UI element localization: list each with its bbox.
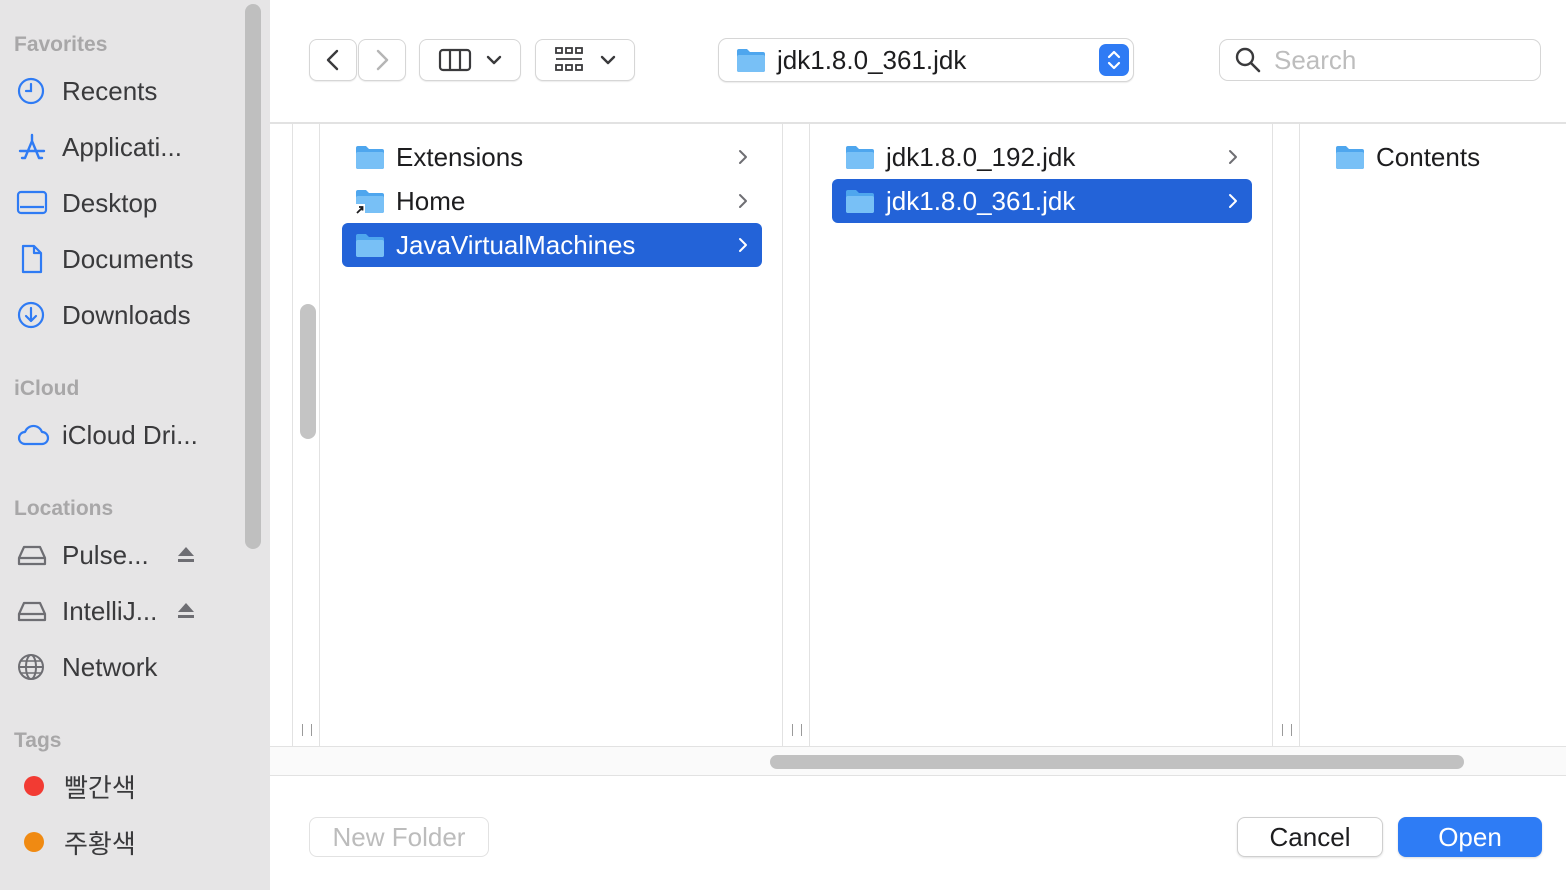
globe-icon [16,651,52,683]
sidebar-item-tag-red[interactable]: 빨간색 [16,764,236,808]
back-button[interactable] [309,39,357,81]
search-field[interactable] [1219,39,1541,81]
chevron-down-icon [486,55,502,65]
chevron-right-icon [739,194,747,208]
bottom-bar: New Folder Cancel Open [270,777,1566,890]
red-tag-icon [24,776,44,796]
sidebar-item-label: Pulse... [62,539,149,570]
list-item[interactable]: jdk1.8.0_192.jdk [832,135,1252,179]
sidebar-scrollbar[interactable] [245,4,261,549]
sidebar-item-network[interactable]: Network [16,645,236,689]
column-divider[interactable] [1272,124,1300,746]
folder-icon [844,143,876,171]
sidebar-item-label: Network [62,651,158,682]
drive-icon [16,539,52,571]
cancel-button[interactable]: Cancel [1237,817,1383,857]
folder-icon [354,143,386,171]
sidebar-item-label: Documents [62,243,194,274]
list-item-selected[interactable]: JavaVirtualMachines [342,223,762,267]
folder-icon [1334,143,1366,171]
sidebar-item-recents[interactable]: Recents [16,69,236,113]
folder-icon [844,187,876,215]
forward-button[interactable] [358,39,406,81]
orange-tag-icon [24,832,44,852]
horizontal-scrollbar[interactable] [270,746,1566,776]
folder-icon [354,231,386,259]
sidebar-item-tag-orange[interactable]: 주황색 [16,820,236,864]
tags-header: Tags [14,729,62,752]
sidebar-item-label: Recents [62,75,158,106]
list-item[interactable]: Contents [1322,135,1562,179]
list-item-selected[interactable]: jdk1.8.0_361.jdk [832,179,1252,223]
favorites-header: Favorites [14,33,108,56]
search-icon [1235,47,1261,73]
chevron-right-icon [1229,150,1237,164]
up-down-stepper-icon [1099,44,1129,76]
eject-icon[interactable] [176,540,196,571]
sidebar-item-downloads[interactable]: Downloads [16,293,236,337]
sidebar-item-label: 빨간색 [64,772,136,803]
columns-view-icon [438,48,472,72]
item-label: Contents [1376,141,1481,172]
sidebar-item-label: Applicati... [62,131,182,162]
sidebar-item-documents[interactable]: Documents [16,237,236,281]
column-divider[interactable] [782,124,810,746]
download-icon [16,299,52,331]
resize-grip-icon [302,724,312,736]
column-scrollbar[interactable] [300,304,316,439]
item-label: JavaVirtualMachines [396,229,636,260]
sidebar-item-applications[interactable]: Applicati... [16,125,236,169]
sidebar-item-desktop[interactable]: Desktop [16,181,236,225]
sidebar-item-label: Downloads [62,299,191,330]
drive-icon [16,595,52,627]
chevron-right-icon [739,238,747,252]
item-label: Home [396,185,466,216]
resize-grip-icon [792,724,802,736]
resize-grip-icon [1282,724,1292,736]
item-label: jdk1.8.0_192.jdk [886,141,1076,172]
sidebar: Favorites Recents Applicati... Desktop D… [0,0,270,890]
document-icon [16,243,52,275]
horizontal-scroll-thumb[interactable] [770,755,1464,769]
sidebar-item-pulse[interactable]: Pulse... [16,533,236,577]
sidebar-item-label: 주황색 [64,828,136,859]
sidebar-item-label: IntelliJ... [62,595,158,626]
clock-icon [16,75,52,107]
folder-alias-icon [354,187,386,215]
item-label: Extensions [396,141,524,172]
folder-icon [737,49,765,72]
desktop-icon [16,187,52,219]
column-browser: Extensions Home JavaVirtualMachines jdk1… [270,124,1566,746]
grid-icon [555,47,583,71]
sidebar-item-label: Desktop [62,187,158,218]
sidebar-item-label: iCloud Dri... [62,419,198,450]
list-item[interactable]: Home [342,179,762,223]
chevron-down-icon [600,55,616,65]
path-label: jdk1.8.0_361.jdk [777,44,967,75]
view-mode-button[interactable] [419,39,521,81]
locations-header: Locations [14,497,114,520]
chevron-right-icon [376,49,389,71]
group-button[interactable] [535,39,635,81]
applications-icon [16,131,52,163]
open-button[interactable]: Open [1398,817,1542,857]
toolbar: jdk1.8.0_361.jdk [270,0,1566,124]
sidebar-item-intellij[interactable]: IntelliJ... [16,589,236,633]
item-label: jdk1.8.0_361.jdk [886,185,1076,216]
chevron-right-icon [1229,194,1237,208]
new-folder-button[interactable]: New Folder [309,817,489,857]
cloud-icon [16,419,52,451]
search-input[interactable] [1272,43,1526,77]
icloud-header: iCloud [14,377,80,400]
list-item[interactable]: Extensions [342,135,762,179]
path-popup[interactable]: jdk1.8.0_361.jdk [718,38,1134,82]
chevron-right-icon [739,150,747,164]
sidebar-item-icloud-drive[interactable]: iCloud Dri... [16,413,236,457]
eject-icon[interactable] [176,596,196,627]
chevron-left-icon [326,49,339,71]
